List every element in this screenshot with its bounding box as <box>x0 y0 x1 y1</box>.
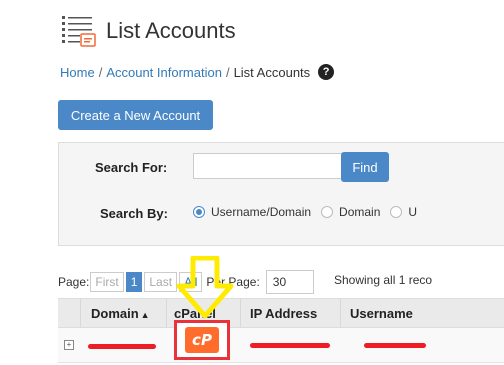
page-title: List Accounts <box>106 18 236 43</box>
list-accounts-icon <box>60 14 96 48</box>
accounts-table: Domain ▲ cPanel IP Address Username + <box>58 298 504 363</box>
column-label: Domain <box>91 306 139 321</box>
search-by-label: Search By: <box>100 206 168 221</box>
title-row: List Accounts <box>60 14 236 48</box>
breadcrumb-separator: / <box>98 64 103 80</box>
breadcrumb-home[interactable]: Home <box>60 65 95 80</box>
cpanel-highlight-box: cP <box>174 320 230 360</box>
column-divider <box>340 299 341 327</box>
create-new-account-button[interactable]: Create a New Account <box>58 100 213 130</box>
search-by-options: Username/Domain Domain U <box>193 205 427 219</box>
page-last-button[interactable]: Last <box>144 272 178 292</box>
column-divider <box>80 299 81 327</box>
redacted-ip-address <box>250 343 330 348</box>
radio-label: Domain <box>339 205 381 219</box>
find-button[interactable]: Find <box>341 152 389 182</box>
page-first-button[interactable]: First <box>90 272 124 292</box>
help-circle-icon[interactable]: ? <box>318 64 335 80</box>
showing-count: Showing all 1 reco <box>334 273 433 287</box>
cpanel-logo-icon[interactable]: cP <box>185 327 219 353</box>
breadcrumb-separator: / <box>225 64 230 80</box>
column-ip-address[interactable]: IP Address <box>250 306 317 321</box>
search-for-label: Search For: <box>95 160 168 175</box>
column-domain[interactable]: Domain ▲ <box>91 306 150 321</box>
radio-option-username-domain[interactable]: Username/Domain <box>193 205 311 219</box>
radio-button[interactable] <box>390 206 403 218</box>
table-header: Domain ▲ cPanel IP Address Username <box>58 298 504 328</box>
sort-asc-icon: ▲ <box>140 310 150 320</box>
breadcrumb-account-information[interactable]: Account Information <box>106 65 222 80</box>
redacted-username <box>364 343 426 348</box>
page-current-button[interactable]: 1 <box>125 272 143 292</box>
column-divider <box>166 299 167 327</box>
search-panel: Search For: Find Search By: Username/Dom… <box>58 142 504 246</box>
radio-label: U <box>408 205 418 219</box>
column-divider <box>240 299 241 327</box>
search-input[interactable] <box>193 153 345 179</box>
radio-button[interactable] <box>193 206 205 218</box>
breadcrumb: Home / Account Information / List Accoun… <box>60 64 335 80</box>
breadcrumb-current: List Accounts <box>233 64 311 80</box>
page-label: Page: <box>58 275 90 289</box>
left-gutter <box>0 0 42 365</box>
per-page-input[interactable]: 30 <box>265 270 314 294</box>
expand-row-icon[interactable]: + <box>64 340 74 350</box>
down-arrow-annotation-icon <box>176 256 234 319</box>
radio-button[interactable] <box>321 206 334 218</box>
column-username[interactable]: Username <box>350 306 413 321</box>
radio-label: Username/Domain <box>211 205 312 219</box>
redacted-domain <box>88 344 156 349</box>
table-row: + <box>58 328 504 363</box>
radio-option-domain[interactable]: Domain <box>321 205 380 219</box>
radio-option-username[interactable]: U <box>390 205 417 219</box>
